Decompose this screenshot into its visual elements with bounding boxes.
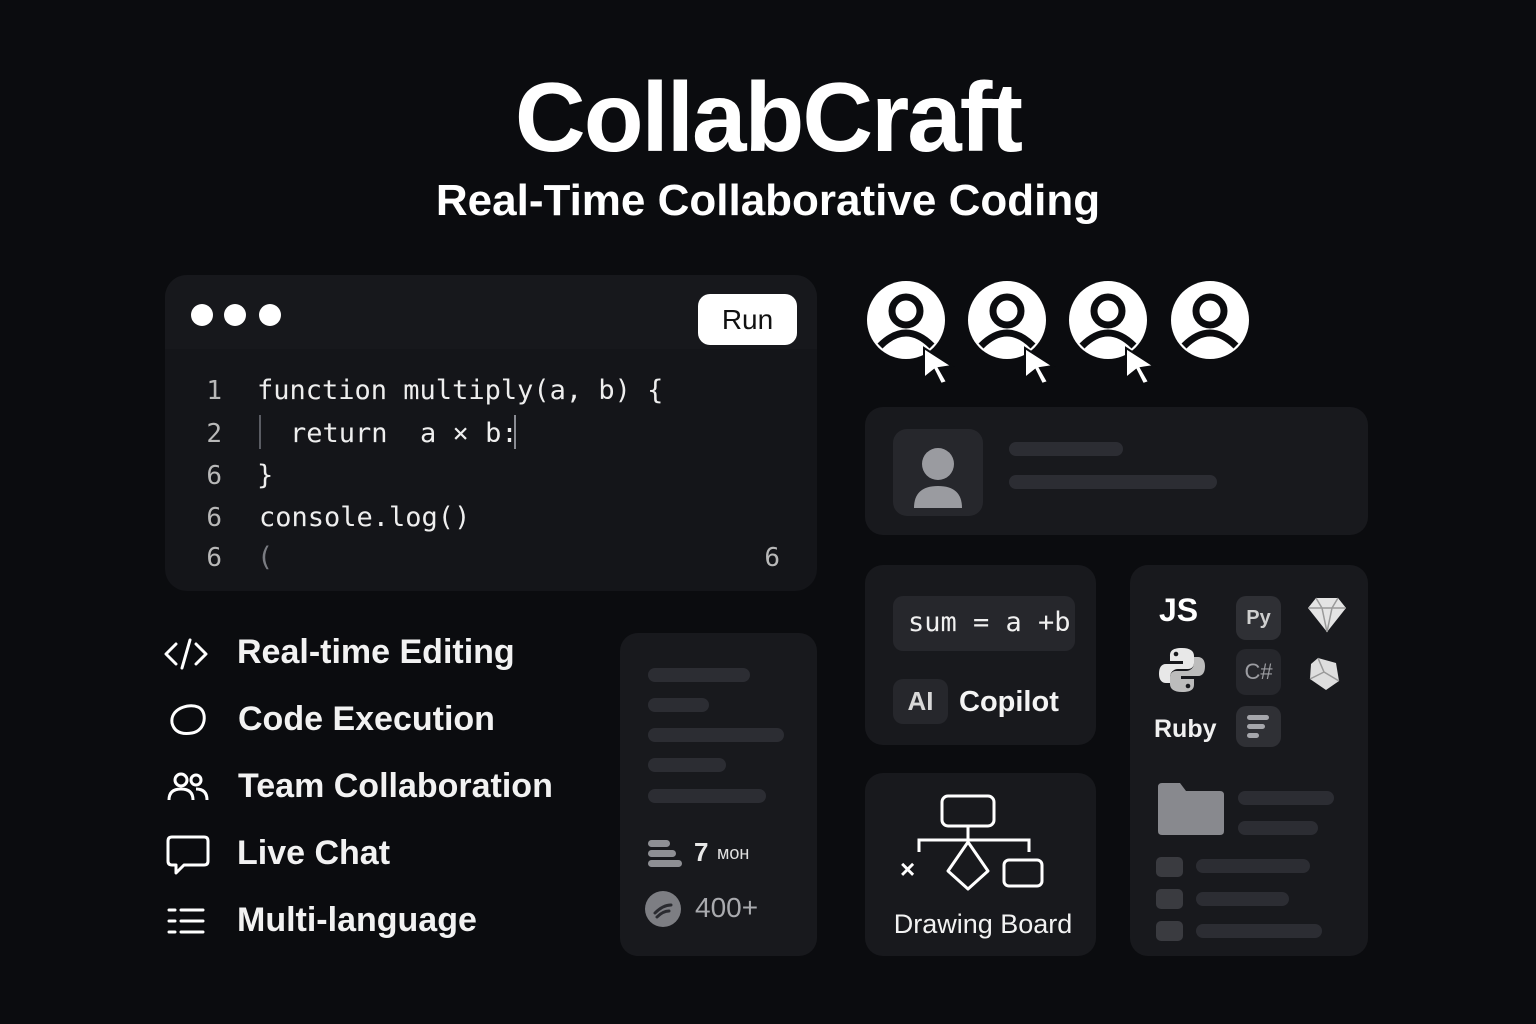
- placeholder-line: [1009, 442, 1123, 456]
- code-line[interactable]: console.log(): [259, 500, 470, 536]
- indent-guide: [259, 415, 261, 449]
- ruby-language-label[interactable]: Ruby: [1154, 714, 1217, 744]
- drawing-board-label[interactable]: Drawing Board: [865, 907, 1101, 941]
- stat-count: 7: [694, 837, 709, 867]
- placeholder-line: [1009, 475, 1217, 489]
- feature-label: Real-time Editing: [237, 633, 515, 671]
- app-subtitle: Real-Time Collaborative Coding: [435, 176, 1101, 225]
- user-icon: [914, 448, 962, 508]
- placeholder-line: [648, 728, 784, 742]
- python-language-badge[interactable]: Py: [1236, 596, 1281, 640]
- window-dot-icon: [259, 304, 281, 326]
- code-icon: [164, 638, 208, 670]
- cursor-pointer-icon: [923, 346, 955, 386]
- x-mark-icon: ×: [900, 854, 916, 884]
- placeholder-line: [648, 789, 766, 803]
- window-dot-icon: [224, 304, 246, 326]
- placeholder-line: [1238, 791, 1334, 805]
- placeholder-line: [1196, 859, 1310, 873]
- collaborator-avatar-icon[interactable]: [1170, 280, 1250, 360]
- python-logo-icon[interactable]: [1157, 646, 1207, 694]
- chat-bubble-icon: [166, 835, 210, 875]
- lines-icon: [1247, 715, 1269, 738]
- placeholder-line: [1196, 924, 1322, 938]
- text-cursor: [514, 415, 516, 449]
- crystal-language-icon[interactable]: [1307, 655, 1341, 693]
- globe-icon: [645, 891, 681, 927]
- code-line[interactable]: (: [257, 540, 273, 576]
- line-number: 6: [206, 503, 222, 533]
- list-icon: [167, 908, 205, 934]
- placeholder-line: [1238, 821, 1318, 835]
- code-line[interactable]: return a × b:: [290, 416, 518, 452]
- placeholder-line: [648, 758, 726, 772]
- line-number: 1: [206, 376, 222, 406]
- cursor-pointer-icon: [1125, 346, 1157, 386]
- code-line[interactable]: function multiply(a, b) {: [257, 373, 663, 409]
- line-number: 6: [206, 461, 222, 491]
- cursor-pointer-icon: [1024, 346, 1056, 386]
- placeholder-line: [1196, 892, 1289, 906]
- copilot-label[interactable]: Copilot: [959, 684, 1059, 720]
- js-language-icon[interactable]: JS: [1159, 592, 1198, 628]
- ruby-gem-icon[interactable]: [1306, 596, 1348, 634]
- team-icon: [167, 772, 209, 801]
- code-snippet: sum = a +b: [908, 607, 1071, 638]
- file-icon: [1156, 857, 1183, 877]
- stat-users: 400+: [695, 892, 759, 923]
- editor-right-marker: 6: [764, 543, 780, 573]
- placeholder-line: [648, 698, 709, 712]
- execution-circle-icon: [170, 704, 206, 735]
- feature-label: Code Execution: [238, 700, 495, 738]
- feature-label: Multi-language: [237, 901, 477, 939]
- line-number: 6: [206, 543, 222, 573]
- file-icon: [1156, 921, 1183, 941]
- feature-label: Team Collaboration: [238, 767, 553, 805]
- csharp-language-badge[interactable]: C#: [1236, 649, 1281, 695]
- app-title: CollabCraft: [514, 62, 1023, 172]
- placeholder-line: [648, 668, 750, 682]
- code-line[interactable]: }: [257, 458, 273, 494]
- flowchart-icon: [917, 794, 1044, 891]
- run-button[interactable]: Run: [698, 294, 797, 345]
- folder-icon[interactable]: [1156, 781, 1226, 837]
- window-dot-icon: [191, 304, 213, 326]
- line-number: 2: [206, 419, 222, 449]
- stat-unit: мон: [717, 843, 750, 863]
- file-icon: [1156, 889, 1183, 909]
- ai-badge: AI: [893, 679, 948, 724]
- feature-label: Live Chat: [237, 834, 391, 872]
- stack-icon: [648, 840, 682, 867]
